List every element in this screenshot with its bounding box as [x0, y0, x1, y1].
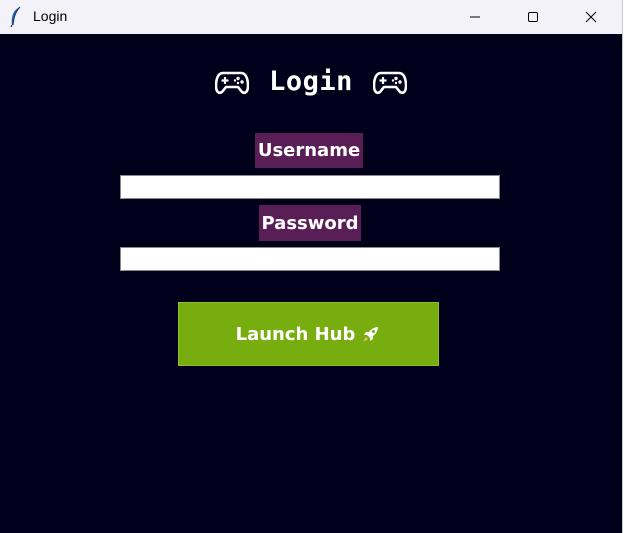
- gamepad-icon: [215, 71, 250, 94]
- page-title: Login: [269, 66, 353, 97]
- window-edge: [622, 0, 626, 533]
- minimize-button[interactable]: [446, 0, 504, 34]
- page-heading: Login: [0, 66, 622, 97]
- launch-hub-button[interactable]: Launch Hub: [178, 302, 439, 366]
- password-label: Password: [259, 205, 361, 241]
- close-button[interactable]: [562, 0, 620, 34]
- feather-icon: [10, 6, 21, 28]
- launch-hub-label: Launch Hub: [235, 323, 356, 345]
- maximize-icon: [528, 12, 538, 22]
- password-field[interactable]: [120, 247, 500, 271]
- username-field[interactable]: [120, 175, 500, 199]
- gamepad-icon: [372, 71, 407, 94]
- title-bar[interactable]: Login: [0, 0, 622, 34]
- maximize-button[interactable]: [504, 0, 562, 34]
- rocket-icon: [363, 327, 379, 342]
- close-icon: [585, 11, 597, 23]
- username-label: Username: [255, 133, 363, 168]
- minimize-icon: [470, 16, 480, 18]
- login-window: Login Login Username Password Launch Hub: [0, 0, 622, 533]
- window-title: Login: [33, 8, 68, 24]
